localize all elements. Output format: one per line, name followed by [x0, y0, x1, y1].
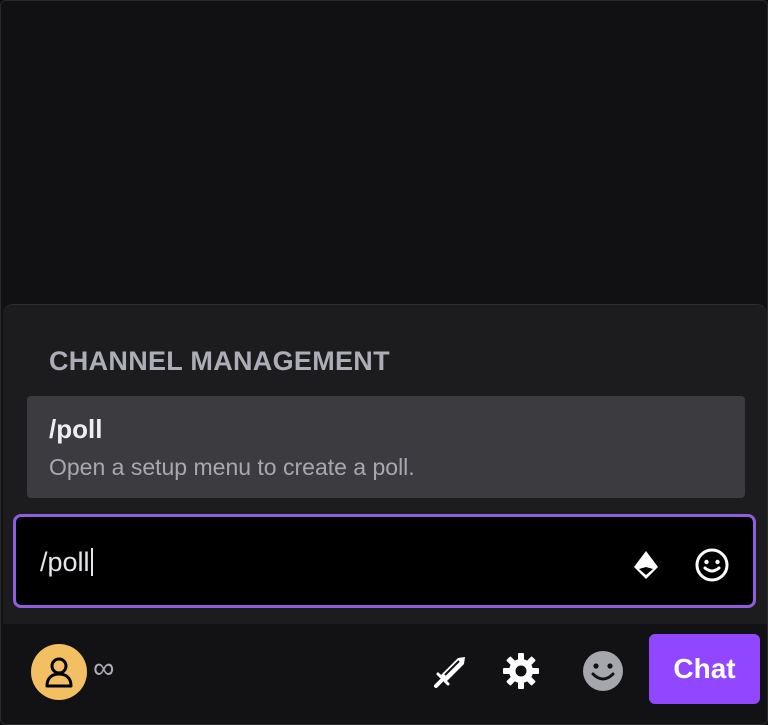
chat-input-text[interactable]: /poll — [40, 547, 93, 578]
user-icon — [45, 657, 73, 688]
chat-input-value: /poll — [40, 547, 90, 577]
text-caret — [90, 548, 93, 576]
channel-points-balance: ∞ — [93, 652, 115, 685]
settings-gear-icon[interactable] — [499, 649, 543, 693]
smiley-icon[interactable] — [581, 649, 625, 693]
suggestion-command: /poll — [49, 414, 103, 444]
chat-widget: CHANNEL MANAGEMENT /poll Open a setup me… — [0, 0, 768, 725]
channel-points-avatar[interactable] — [31, 644, 87, 700]
suggestion-description: Open a setup menu to create a poll. — [49, 454, 415, 480]
chat-input-field[interactable]: /poll — [13, 514, 756, 608]
emote-picker-icon[interactable] — [694, 547, 730, 583]
bits-icon[interactable] — [628, 547, 664, 583]
chat-send-button[interactable]: Chat — [649, 634, 760, 704]
sword-icon[interactable] — [429, 649, 473, 693]
command-suggestion-poll[interactable]: /poll Open a setup menu to create a poll… — [27, 396, 745, 498]
suggestion-section-title: CHANNEL MANAGEMENT — [49, 346, 390, 376]
chat-message-area[interactable] — [1, 1, 767, 306]
